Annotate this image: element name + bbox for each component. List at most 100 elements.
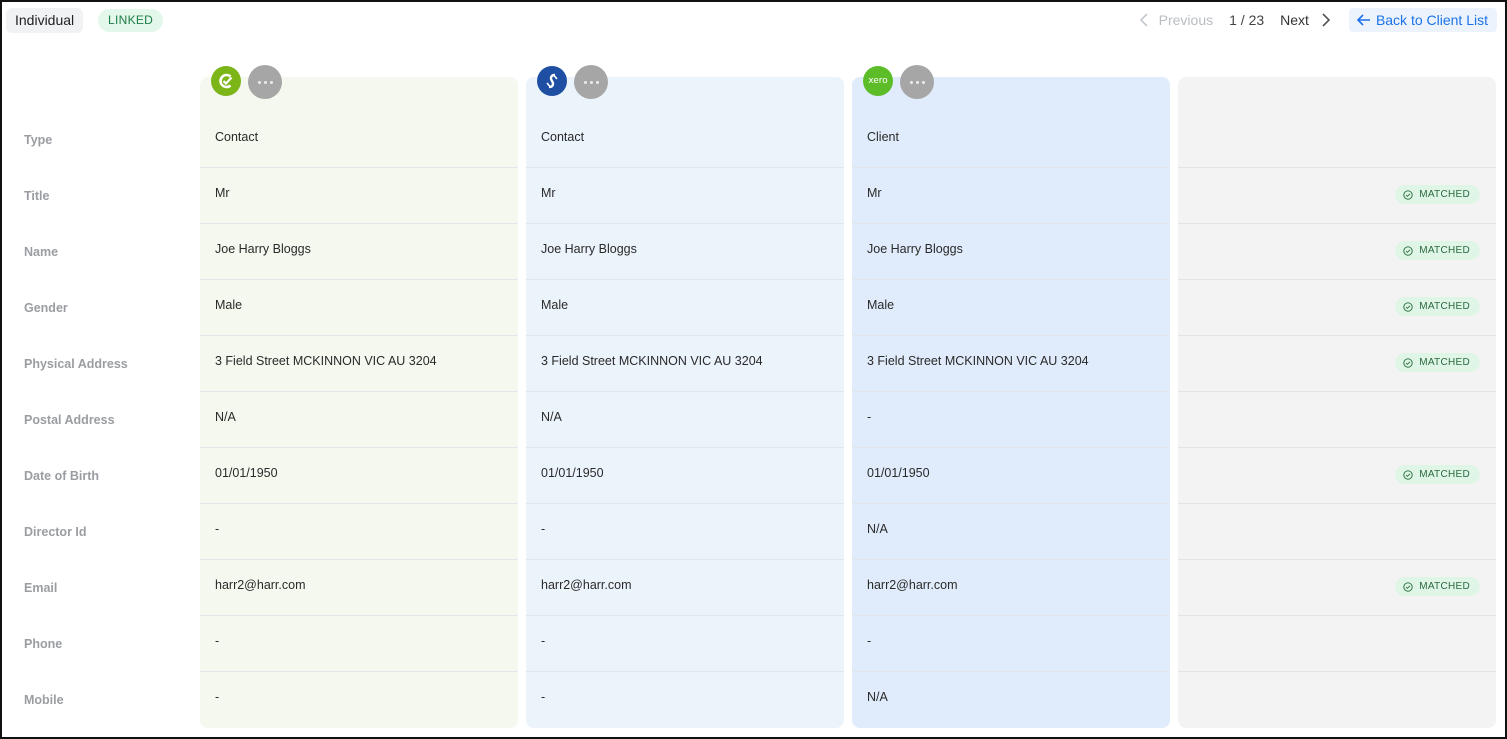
table-row: Male (200, 280, 518, 336)
pagination: Previous 1 / 23 Next Back to Client List (1135, 8, 1497, 32)
cell-value: - (541, 690, 546, 704)
field-label: Email (24, 581, 58, 595)
type-tag: Individual (6, 8, 84, 33)
field-label: Date of Birth (24, 469, 99, 483)
table-row: 3 Field Street MCKINNON VIC AU 3204 (852, 336, 1170, 392)
link-s-logo-icon (537, 66, 567, 96)
cell-value: Mr (215, 186, 230, 200)
cell-value: 01/01/1950 (867, 466, 930, 480)
table-row: Client (852, 112, 1170, 168)
source-column-2: Contact Mr Joe Harry Bloggs Male 3 Field… (526, 77, 844, 728)
chevron-right-icon[interactable] (1317, 11, 1335, 29)
field-label: Name (24, 245, 59, 259)
chevron-left-icon[interactable] (1135, 11, 1153, 29)
more-options-button[interactable] (900, 65, 934, 99)
match-status-column: MATCHED MATCHED MATCHED MATCHED MATCHED … (1178, 77, 1496, 728)
table-row: - (200, 672, 518, 728)
cell-value: N/A (215, 410, 236, 424)
table-row: MATCHED (1178, 224, 1496, 280)
table-row: N/A (852, 504, 1170, 560)
table-row: Joe Harry Bloggs (200, 224, 518, 280)
matched-label: MATCHED (1419, 245, 1470, 256)
table-row: - (200, 504, 518, 560)
cell-value: - (867, 410, 872, 424)
field-label: Mobile (24, 693, 64, 707)
field-label: Postal Address (24, 413, 115, 427)
cell-value: 3 Field Street MCKINNON VIC AU 3204 (215, 354, 437, 368)
next-button[interactable]: Next (1280, 12, 1309, 28)
table-row: Joe Harry Bloggs (852, 224, 1170, 280)
back-label: Back to Client List (1375, 12, 1488, 28)
source-column-3: Client Mr Joe Harry Bloggs Male 3 Field … (852, 77, 1170, 728)
matched-badge: MATCHED (1395, 241, 1480, 260)
matched-badge: MATCHED (1395, 465, 1480, 484)
field-label: Phone (24, 637, 63, 651)
table-row (1178, 392, 1496, 448)
cell-value: harr2@harr.com (215, 578, 306, 592)
table-row: - (526, 672, 844, 728)
arrow-left-icon (1356, 14, 1371, 26)
field-label: Title (24, 189, 50, 203)
cell-value: - (541, 634, 546, 648)
table-row: - (852, 392, 1170, 448)
field-labels: Type Title Name Gender Physical Address … (24, 112, 194, 728)
table-row: Male (526, 280, 844, 336)
table-row: MATCHED (1178, 168, 1496, 224)
cell-value: Male (541, 298, 569, 312)
check-circle-icon (1403, 357, 1413, 368)
previous-button[interactable]: Previous (1159, 12, 1213, 28)
cell-value: 01/01/1950 (541, 466, 604, 480)
matched-label: MATCHED (1419, 301, 1470, 312)
field-label: Physical Address (24, 357, 128, 371)
table-row: - (526, 504, 844, 560)
table-row: harr2@harr.com (526, 560, 844, 616)
cell-value: Mr (867, 186, 882, 200)
table-row: 01/01/1950 (200, 448, 518, 504)
table-row (1178, 112, 1496, 168)
cell-value: - (215, 690, 220, 704)
cell-value: 01/01/1950 (215, 466, 278, 480)
table-row: N/A (852, 672, 1170, 728)
table-row: N/A (526, 392, 844, 448)
cell-value: 3 Field Street MCKINNON VIC AU 3204 (541, 354, 763, 368)
matched-badge: MATCHED (1395, 185, 1480, 204)
xero-logo-text: xero (868, 76, 888, 86)
table-row: Joe Harry Bloggs (526, 224, 844, 280)
table-row (1178, 504, 1496, 560)
cell-value: N/A (867, 690, 888, 704)
check-circle-icon (1403, 581, 1413, 592)
table-row: harr2@harr.com (852, 560, 1170, 616)
matched-badge: MATCHED (1395, 297, 1480, 316)
table-row: harr2@harr.com (200, 560, 518, 616)
table-row: Contact (200, 112, 518, 168)
back-to-client-list-button[interactable]: Back to Client List (1348, 8, 1497, 32)
xero-logo-icon: xero (863, 66, 893, 96)
cell-value: Mr (541, 186, 556, 200)
field-label: Gender (24, 301, 68, 315)
matched-label: MATCHED (1419, 469, 1470, 480)
cell-value: harr2@harr.com (867, 578, 958, 592)
table-row: N/A (200, 392, 518, 448)
check-circle-icon (1403, 245, 1413, 256)
table-row: Mr (852, 168, 1170, 224)
cell-value: Joe Harry Bloggs (541, 242, 637, 256)
cell-value: N/A (867, 522, 888, 536)
field-label: Director Id (24, 525, 87, 539)
matched-label: MATCHED (1419, 581, 1470, 592)
cell-value: - (215, 522, 220, 536)
table-row: MATCHED (1178, 336, 1496, 392)
cell-value: Male (867, 298, 895, 312)
checkmark-c-logo-icon (211, 66, 241, 96)
table-row: - (200, 616, 518, 672)
matched-badge: MATCHED (1395, 353, 1480, 372)
table-row: Mr (526, 168, 844, 224)
table-row (1178, 672, 1496, 728)
check-circle-icon (1403, 301, 1413, 312)
more-options-button[interactable] (574, 65, 608, 99)
more-options-button[interactable] (248, 65, 282, 99)
cell-value: - (215, 634, 220, 648)
matched-label: MATCHED (1419, 189, 1470, 200)
matched-badge: MATCHED (1395, 577, 1480, 596)
table-row: - (852, 616, 1170, 672)
table-row: MATCHED (1178, 560, 1496, 616)
